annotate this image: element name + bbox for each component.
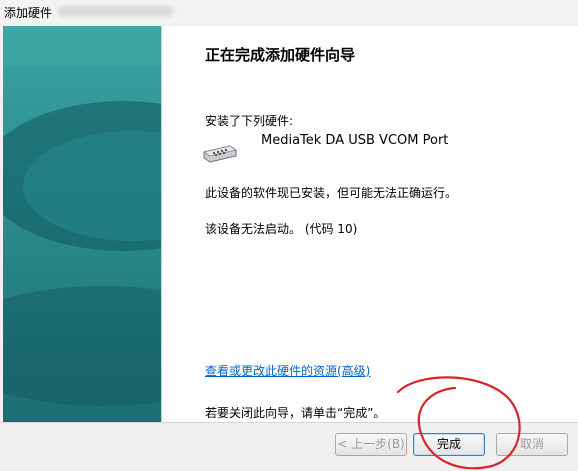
serial-port-icon — [202, 142, 240, 170]
banner-art — [3, 26, 161, 422]
installed-label: 安装了下列硬件: — [205, 114, 294, 128]
close-instruction: 若要关闭此向导，请单击“完成”。 — [205, 406, 386, 420]
blurred-title-region — [58, 6, 173, 16]
footer-divider — [0, 422, 578, 423]
device-name: MediaTek DA USB VCOM Port — [261, 133, 449, 148]
status-message: 此设备的软件现已安装，但可能无法正确运行。 — [205, 186, 458, 200]
error-message: 该设备无法启动。 (代码 10) — [205, 222, 358, 236]
page-title: 正在完成添加硬件向导 — [205, 46, 356, 64]
window-title: 添加硬件 — [4, 6, 53, 20]
wizard-content: 正在完成添加硬件向导 安装了下列硬件: MediaTek DA USB VCOM… — [161, 26, 578, 422]
back-button[interactable]: < 上一步(B) — [335, 433, 407, 456]
wizard-side-banner — [3, 26, 161, 422]
cancel-button[interactable]: 取消 — [496, 433, 568, 456]
title-bar: 添加硬件 — [0, 0, 578, 24]
resources-link[interactable]: 查看或更改此硬件的资源(高级) — [205, 362, 370, 379]
finish-button[interactable]: 完成 — [413, 433, 485, 456]
